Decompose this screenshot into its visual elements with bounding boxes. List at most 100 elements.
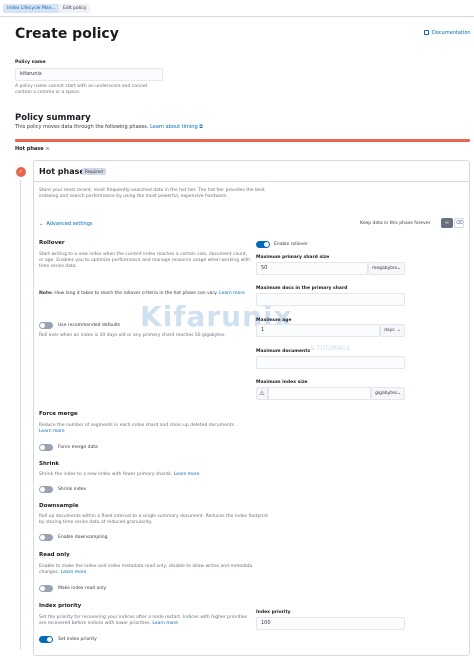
- chevron-down-icon: ⌄: [396, 390, 401, 396]
- shrink-description: Shrink the index to a new index with few…: [39, 472, 259, 478]
- chevron-down-icon: ⌄: [39, 221, 44, 227]
- required-badge: Required: [82, 168, 106, 175]
- hot-phase-timeline-label: Hot phase ∞: [15, 146, 50, 152]
- policy-summary-title: Policy summary: [15, 113, 91, 123]
- index-priority-input[interactable]: 100: [256, 617, 405, 630]
- max-index-size-unit-select[interactable]: gigabytes ⌄: [371, 387, 405, 400]
- enable-rollover-label: Enable rollover: [274, 242, 308, 247]
- max-primary-shard-size-input[interactable]: 50: [256, 262, 368, 275]
- policy-name-help: A policy name cannot start with an under…: [15, 84, 148, 95]
- switch-knob: [40, 487, 45, 492]
- force-merge-learn-more-link[interactable]: Learn more: [39, 429, 65, 434]
- switch-knob: [264, 242, 269, 247]
- delete-phase-button[interactable]: ⌫: [454, 218, 464, 228]
- shrink-learn-more-link[interactable]: Learn more: [174, 472, 200, 477]
- policy-name-input[interactable]: kifarunix: [15, 68, 163, 81]
- set-index-priority-label: Set index priority: [58, 637, 97, 642]
- rollover-title: Rollover: [39, 240, 65, 246]
- switch-knob: [40, 445, 45, 450]
- top-bar: Index Lifecycle Man... Edit policy: [0, 0, 474, 17]
- trash-icon: ⌫: [455, 220, 463, 226]
- rollover-note: Note: How long it takes to reach the rol…: [39, 291, 251, 297]
- hot-phase-label: Hot phase: [15, 146, 44, 152]
- documentation-link[interactable]: Documentation: [424, 30, 471, 36]
- note-label: Note:: [39, 291, 53, 296]
- max-age-input[interactable]: 1: [256, 324, 380, 337]
- max-docs-primary-shard-input[interactable]: [256, 293, 405, 306]
- advanced-settings-toggle[interactable]: ⌄ Advanced settings: [39, 221, 93, 227]
- unit-value: megabytes: [372, 266, 398, 271]
- external-link-icon: ⧉: [197, 124, 203, 130]
- infinity-icon: ∞: [45, 146, 50, 152]
- infinity-icon: ∞: [444, 220, 450, 226]
- keep-data-label: Keep data in this phase forever: [360, 221, 431, 226]
- max-docs-primary-shard-label: Maximum docs in the primary shard: [256, 286, 348, 291]
- max-index-size-input[interactable]: [268, 387, 371, 400]
- downsample-description: Roll up documents within a fixed interva…: [39, 514, 269, 526]
- shrink-title: Shrink: [39, 461, 60, 467]
- index-priority-text: Set the priority for recovering your ind…: [39, 615, 247, 627]
- index-priority-title: Index priority: [39, 603, 82, 609]
- max-index-size-label: Maximum index size: [256, 380, 308, 385]
- switch-knob: [40, 535, 45, 540]
- breadcrumb-edit-policy: Edit policy: [59, 4, 91, 13]
- hot-phase-description: Store your most recent, most frequently-…: [39, 188, 265, 200]
- keep-data-forever-button[interactable]: ∞: [441, 218, 453, 228]
- force-merge-switch[interactable]: [39, 444, 53, 451]
- documentation-label: Documentation: [432, 30, 471, 36]
- hot-phase-panel: [33, 160, 470, 656]
- use-recommended-defaults-switch[interactable]: [39, 322, 53, 329]
- enable-downsampling-switch[interactable]: [39, 534, 53, 541]
- recommended-defaults-help: Roll over when an index is 30 days old o…: [39, 333, 226, 338]
- index-priority-field-label: Index priority: [256, 610, 291, 615]
- make-read-only-label: Make index read only: [58, 586, 107, 591]
- make-read-only-switch[interactable]: [39, 585, 53, 592]
- downsample-title: Downsample: [39, 503, 79, 509]
- chevron-down-icon: ⌄: [396, 327, 401, 333]
- page-title: Create policy: [15, 26, 119, 42]
- force-merge-title: Force merge: [39, 411, 78, 417]
- hot-phase-timeline-bar: [15, 139, 470, 142]
- force-merge-label: Force merge data: [58, 445, 98, 450]
- max-age-unit-select[interactable]: days ⌄: [380, 324, 405, 337]
- read-only-title: Read only: [39, 552, 70, 558]
- index-priority-description: Set the priority for recovering your ind…: [39, 615, 254, 627]
- max-primary-shard-size-label: Maximum primary shard size: [256, 255, 330, 260]
- shrink-index-switch[interactable]: [39, 486, 53, 493]
- advanced-settings-label: Advanced settings: [46, 221, 93, 227]
- enable-downsampling-label: Enable downsampling: [58, 535, 108, 540]
- note-text: How long it takes to reach the rollover …: [54, 291, 218, 296]
- max-documents-input[interactable]: [256, 356, 405, 369]
- max-documents-label: Maximum documents: [256, 349, 311, 354]
- read-only-description: Enable to make the index and index metad…: [39, 564, 254, 576]
- switch-knob: [47, 637, 52, 642]
- learn-about-timing-link[interactable]: Learn about timing: [150, 124, 198, 130]
- max-age-label: Maximum age: [256, 318, 292, 323]
- policy-name-label: Policy name: [15, 60, 46, 65]
- unit-value: gigabytes: [375, 391, 398, 396]
- read-only-learn-more-link[interactable]: Learn more: [61, 570, 87, 575]
- shrink-text: Shrink the index to a new index with few…: [39, 472, 173, 477]
- unit-value: days: [384, 328, 395, 333]
- use-recommended-defaults-label: Use recommended defaults: [58, 323, 121, 328]
- max-primary-shard-size-unit-select[interactable]: megabytes ⌄: [368, 262, 405, 275]
- breadcrumb-ilm[interactable]: Index Lifecycle Man...: [3, 4, 60, 13]
- phase-check-icon: ✓: [16, 167, 26, 177]
- watermark-subtitle: & TUTORIALS: [310, 345, 351, 352]
- force-merge-description: Reduce the number of segments in each in…: [39, 423, 249, 435]
- switch-knob: [40, 323, 45, 328]
- switch-knob: [40, 586, 45, 591]
- shrink-index-label: Shrink index: [58, 487, 87, 492]
- warning-icon: ⚠: [256, 387, 268, 400]
- summary-text: This policy moves data through the follo…: [15, 124, 149, 130]
- index-priority-learn-more-link[interactable]: Learn more: [152, 621, 178, 626]
- phase-timeline-line: [20, 180, 21, 650]
- policy-summary-desc: This policy moves data through the follo…: [15, 124, 203, 130]
- rollover-description: Start writing to a new index when the cu…: [39, 252, 251, 270]
- set-index-priority-switch[interactable]: [39, 636, 53, 643]
- enable-rollover-switch[interactable]: [256, 241, 270, 248]
- chevron-down-icon: ⌄: [396, 265, 401, 271]
- hot-phase-title: Hot phase: [39, 167, 85, 176]
- force-merge-text: Reduce the number of segments in each in…: [39, 423, 236, 428]
- rollover-learn-more-link[interactable]: Learn more: [219, 291, 245, 296]
